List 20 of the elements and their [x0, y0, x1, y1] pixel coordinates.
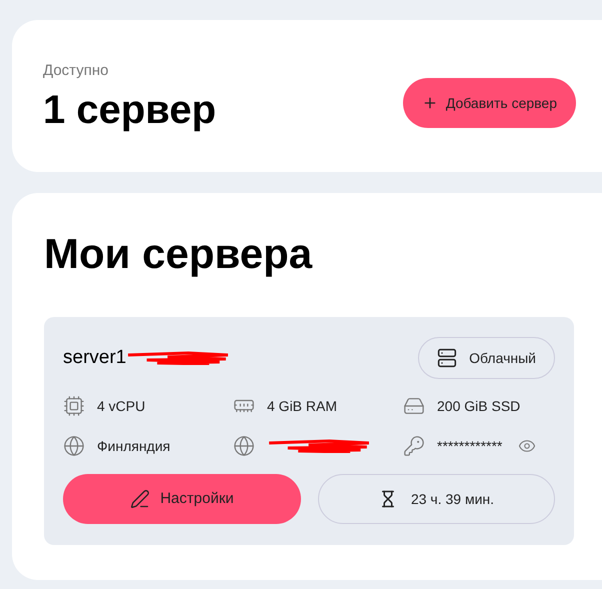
chip-icon	[63, 395, 85, 417]
server-icon	[437, 348, 458, 368]
globe-icon	[233, 435, 255, 457]
spec-text: 200 GiB SSD	[437, 396, 520, 416]
key-icon	[403, 435, 425, 457]
server-type-badge: Облачный	[418, 337, 555, 379]
password-text: ************	[437, 436, 502, 456]
server-count: 1 сервер	[43, 90, 218, 130]
section-title: Мои сервера	[44, 233, 314, 275]
plus-icon	[422, 95, 438, 111]
spec-text: Финляндия	[97, 436, 170, 456]
settings-button[interactable]: Настройки	[63, 474, 301, 524]
server-name: server1	[63, 346, 126, 370]
time-left-button[interactable]: 23 ч. 39 мин.	[318, 474, 555, 524]
add-server-button[interactable]: Добавить сервер	[402, 78, 576, 128]
globe-icon	[63, 435, 85, 457]
pencil-icon	[130, 489, 150, 509]
available-label: Доступно	[43, 62, 110, 78]
spec-text: 4 vCPU	[97, 396, 146, 416]
spec-text: 4 GiB RAM	[267, 396, 338, 416]
